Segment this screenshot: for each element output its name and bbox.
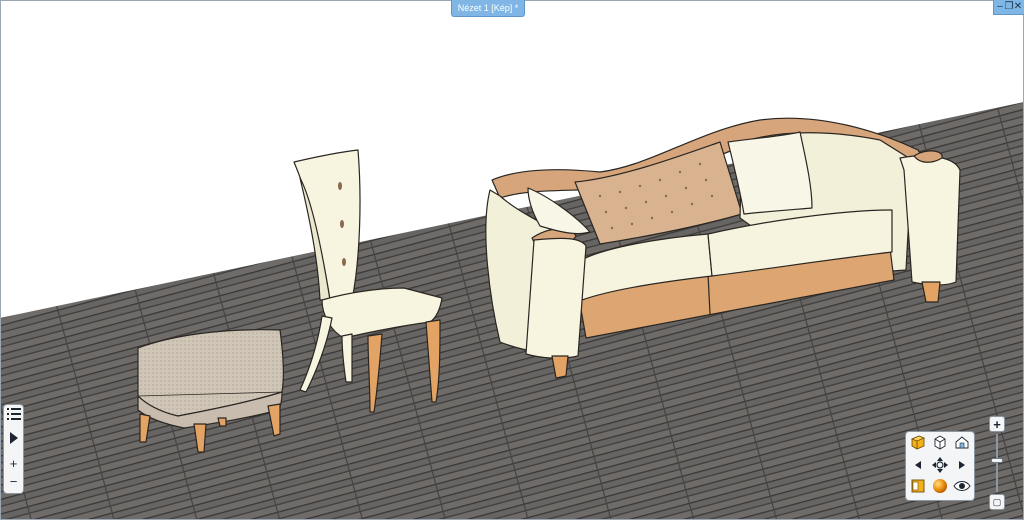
orbit-icon[interactable]: [930, 456, 950, 476]
play-icon[interactable]: [4, 431, 23, 449]
render-sphere-icon[interactable]: [930, 478, 950, 498]
view-tab[interactable]: Nézet 1 [Kép] *: [451, 0, 525, 17]
zoom-control: + ▢: [989, 412, 1005, 516]
close-button[interactable]: ✕: [1014, 0, 1023, 13]
navigation-pad: [905, 431, 975, 501]
zoom-track[interactable]: [996, 434, 998, 492]
restore-button[interactable]: ❐: [1005, 0, 1014, 13]
left-toolbar: + −: [3, 404, 24, 494]
add-button[interactable]: +: [4, 455, 23, 473]
3d-viewport[interactable]: Nézet 1 [Kép] * ‒ ❐✕ + − + ▢: [0, 0, 1024, 520]
zoom-slider-handle[interactable]: [991, 458, 1003, 463]
remove-button[interactable]: −: [4, 473, 23, 491]
iso-cube-icon[interactable]: [930, 434, 950, 454]
list-icon[interactable]: [4, 407, 23, 425]
floor-plan-icon[interactable]: [908, 478, 928, 498]
scene-render[interactable]: [0, 0, 1024, 520]
eye-icon[interactable]: [952, 478, 972, 498]
minimize-button[interactable]: ‒: [996, 0, 1005, 13]
arrow-right-icon[interactable]: [952, 456, 972, 476]
zoom-in-button[interactable]: +: [989, 416, 1005, 432]
arrow-left-icon[interactable]: [908, 456, 928, 476]
window-controls: ‒ ❐✕: [993, 0, 1024, 15]
house-view-icon[interactable]: [952, 434, 972, 454]
zoom-extents-button[interactable]: ▢: [989, 494, 1005, 510]
perspective-cube-icon[interactable]: [908, 434, 928, 454]
